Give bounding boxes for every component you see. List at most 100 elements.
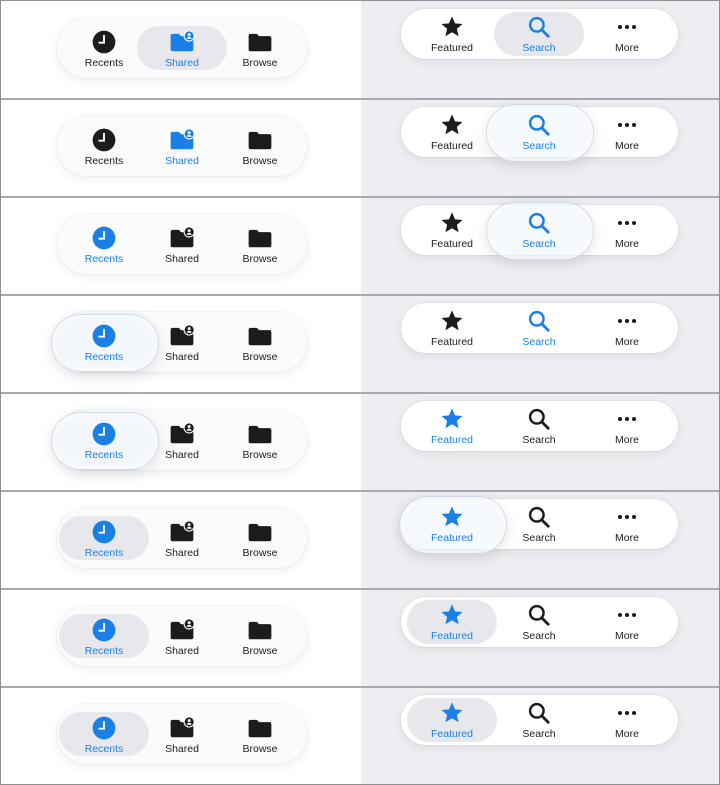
tab-search[interactable]: Search — [499, 202, 579, 258]
tab-browse[interactable]: Browse — [220, 315, 300, 371]
tab-featured[interactable]: Featured — [412, 692, 492, 748]
tab-search[interactable]: Search — [499, 398, 579, 454]
ellipsis-icon — [617, 24, 637, 30]
tab-label: Browse — [242, 547, 278, 559]
tab-icon-wrapper — [587, 504, 667, 530]
star-icon — [441, 16, 463, 37]
tab-featured[interactable]: Featured — [412, 300, 492, 356]
magnifying-glass-icon — [528, 506, 550, 528]
tab-icon-wrapper — [412, 406, 492, 432]
animation-sequence: Recents Shared Browse Featured Search More… — [0, 0, 720, 785]
tab-icon-wrapper — [220, 127, 300, 153]
tab-icon-wrapper — [220, 225, 300, 251]
tab-icon-wrapper — [412, 504, 492, 530]
tab-icon-wrapper — [412, 602, 492, 628]
ellipsis-icon — [617, 318, 637, 324]
magnifying-glass-icon — [528, 604, 550, 626]
folder-person-icon — [170, 618, 195, 640]
tab-label: Search — [522, 532, 556, 544]
tab-label: Search — [522, 728, 556, 740]
star-icon — [441, 212, 463, 233]
tab-label: Browse — [242, 449, 278, 461]
tab-more[interactable]: More — [587, 300, 667, 356]
folder-person-icon — [170, 520, 195, 542]
tab-more[interactable]: More — [587, 692, 667, 748]
tab-browse[interactable]: Browse — [220, 119, 300, 175]
tab-label: Featured — [430, 336, 474, 348]
tab-icon-wrapper — [499, 504, 579, 530]
tab-more[interactable]: More — [587, 398, 667, 454]
tab-label: Browse — [242, 743, 278, 755]
tab-search[interactable]: Search — [499, 300, 579, 356]
tab-browse[interactable]: Browse — [220, 21, 300, 77]
frame-row: Recents Shared Browse Featured Search More — [1, 1, 719, 99]
tab-browse[interactable]: Browse — [220, 609, 300, 665]
folder-person-icon — [170, 226, 195, 248]
tab-label: More — [615, 238, 639, 250]
tab-more[interactable]: More — [587, 496, 667, 552]
star-icon — [441, 310, 463, 331]
tab-search[interactable]: Search — [499, 692, 579, 748]
tab-more[interactable]: More — [587, 594, 667, 650]
tab-search[interactable]: Search — [499, 6, 579, 62]
tab-icon-wrapper — [64, 127, 144, 153]
tab-more[interactable]: More — [587, 104, 667, 160]
tab-browse[interactable]: Browse — [220, 707, 300, 763]
tab-icon-wrapper — [587, 406, 667, 432]
tab-browse[interactable]: Browse — [220, 511, 300, 567]
folder-person-icon — [170, 128, 195, 150]
magnifying-glass-icon — [528, 212, 550, 234]
tab-label: Search — [522, 238, 556, 250]
tab-icon-wrapper — [220, 29, 300, 55]
tab-label: More — [615, 630, 639, 642]
tab-label: Browse — [242, 57, 278, 69]
tab-label: Search — [522, 336, 556, 348]
tab-featured[interactable]: Featured — [412, 6, 492, 62]
tab-icon-wrapper — [142, 421, 222, 447]
tab-label: More — [615, 336, 639, 348]
tab-featured[interactable]: Featured — [412, 496, 492, 552]
tab-icon-wrapper — [64, 519, 144, 545]
tab-label: Featured — [430, 630, 474, 642]
clock-icon — [92, 128, 116, 152]
tab-search[interactable]: Search — [499, 594, 579, 650]
tab-featured[interactable]: Featured — [412, 594, 492, 650]
tab-search[interactable]: Search — [499, 104, 579, 160]
tab-featured[interactable]: Featured — [412, 398, 492, 454]
tab-more[interactable]: More — [587, 6, 667, 62]
tab-search[interactable]: Search — [499, 496, 579, 552]
star-icon — [441, 408, 463, 429]
ellipsis-icon — [617, 416, 637, 422]
tab-label: Featured — [430, 140, 474, 152]
tab-featured[interactable]: Featured — [412, 104, 492, 160]
tab-label: More — [615, 140, 639, 152]
tab-featured[interactable]: Featured — [412, 202, 492, 258]
ellipsis-icon — [617, 710, 637, 716]
tab-label: Search — [522, 140, 556, 152]
tab-label: Search — [522, 42, 556, 54]
folder-icon — [248, 719, 272, 738]
tab-icon-wrapper — [64, 715, 144, 741]
tab-icon-wrapper — [64, 421, 144, 447]
tab-icon-wrapper — [587, 700, 667, 726]
tab-icon-wrapper — [142, 127, 222, 153]
frame-row: Recents Shared Browse Featured Search More — [1, 99, 719, 197]
tab-icon-wrapper — [499, 308, 579, 334]
tab-more[interactable]: More — [587, 202, 667, 258]
tab-icon-wrapper — [412, 700, 492, 726]
magnifying-glass-icon — [528, 702, 550, 724]
tab-icon-wrapper — [142, 617, 222, 643]
tab-browse[interactable]: Browse — [220, 413, 300, 469]
clock-icon — [92, 520, 116, 544]
tab-icon-wrapper — [142, 29, 222, 55]
tab-label: More — [615, 532, 639, 544]
tab-icon-wrapper — [64, 29, 144, 55]
tab-label: Search — [522, 630, 556, 642]
folder-icon — [248, 621, 272, 640]
tab-browse[interactable]: Browse — [220, 217, 300, 273]
folder-person-icon — [170, 422, 195, 444]
frame-row: Recents Shared Browse Featured Search More — [1, 393, 719, 491]
frame-row: Recents Shared Browse Featured Search More — [1, 197, 719, 295]
tab-icon-wrapper — [499, 210, 579, 236]
tab-label: Featured — [430, 728, 474, 740]
